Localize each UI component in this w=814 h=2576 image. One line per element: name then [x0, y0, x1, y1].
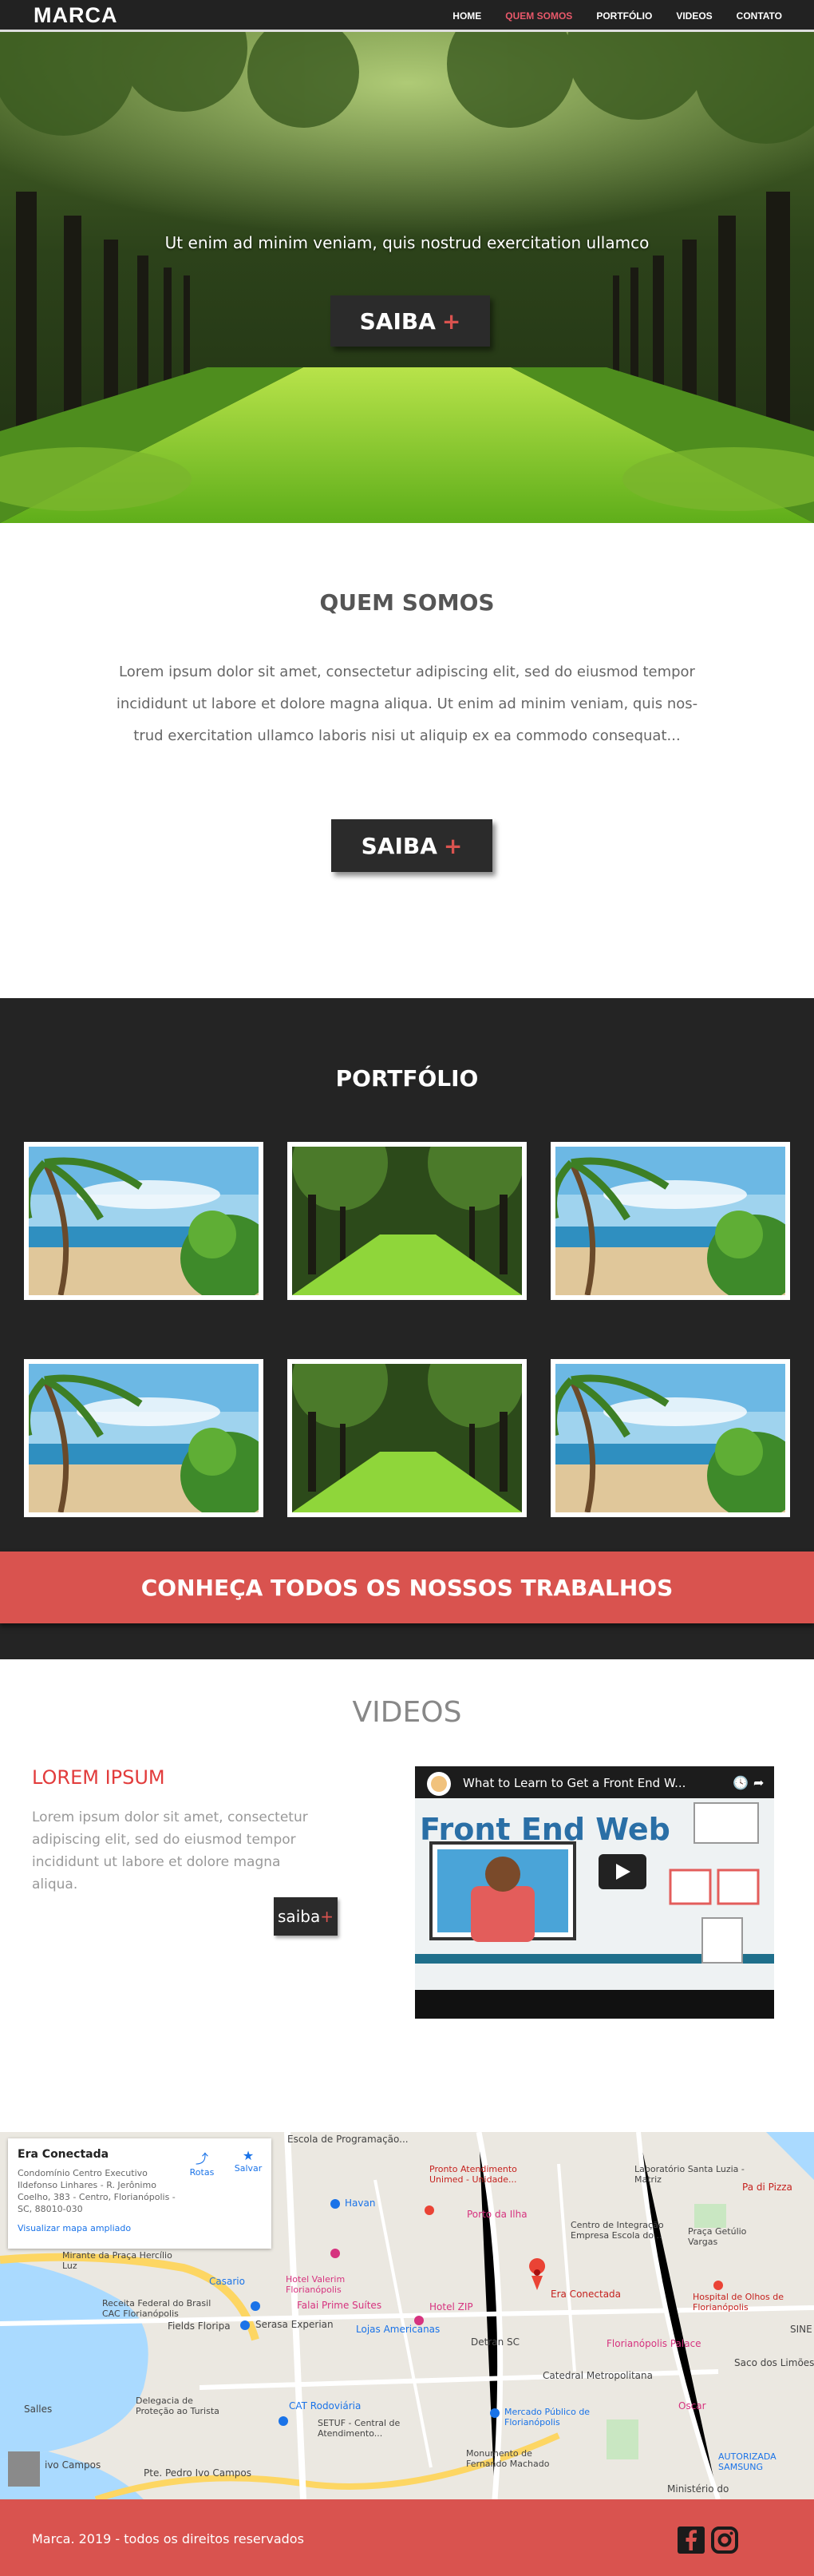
- social-links: [678, 2526, 738, 2554]
- place-address: Condomínio Centro Executivo Ildefonso Li…: [18, 2168, 176, 2214]
- directions-label: Rotas: [189, 2167, 215, 2178]
- map-label: Era Conectada: [551, 2289, 622, 2300]
- all-works-cta-button[interactable]: CONHEÇA TODOS OS NOSSOS TRABALHOS: [0, 1552, 814, 1623]
- plus-icon: +: [443, 832, 463, 859]
- map-label: Hospital de Olhos de Florianópolis: [693, 2292, 784, 2312]
- portfolio-thumb-beach[interactable]: [24, 1142, 263, 1300]
- hero-tagline: Ut enim ad minim veniam, quis nostrud ex…: [164, 233, 650, 252]
- map-label: Falai Prime Suítes: [297, 2300, 382, 2311]
- map-label: Pa di Pizza: [742, 2182, 792, 2193]
- plus-icon: +: [320, 1907, 334, 1926]
- map-place-card: Era Conectada Condomínio Centro Executiv…: [8, 2138, 271, 2249]
- map-label: AUTORIZADA SAMSUNG: [718, 2451, 776, 2472]
- forest-image: [292, 1147, 522, 1295]
- clock-icon: 🕓: [733, 1775, 749, 1790]
- location-map[interactable]: Escola de Programação... Pronto Atendime…: [0, 2132, 814, 2499]
- main-menu: HOME QUEM SOMOS PORTFÓLIO VIDEOS CONTATO: [452, 10, 782, 22]
- map-label: Havan: [345, 2198, 376, 2209]
- map-label: Centro de Integração Empresa Escola do..…: [571, 2220, 664, 2241]
- directions-icon: ⤴: [195, 2151, 208, 2166]
- forest-image: [292, 1364, 522, 1512]
- map-label: Oscar: [678, 2400, 706, 2412]
- map-label: Saco dos Limões: [734, 2357, 814, 2368]
- map-label: Mercado Público de Florianópolis: [504, 2407, 591, 2427]
- map-label: Delegacia de Proteção ao Turista: [136, 2396, 219, 2416]
- video-thumbnail: Front End Web 🕓 ➦: [415, 1766, 774, 2019]
- hero-saiba-button[interactable]: SAIBA +: [330, 295, 490, 347]
- hero-forest-image: [0, 32, 814, 523]
- map-label: Ministério do: [667, 2483, 729, 2495]
- map-label: Salles: [24, 2404, 53, 2415]
- portfolio-title: PORTFÓLIO: [335, 1065, 479, 1092]
- map-label: Porto da Ilha: [467, 2209, 528, 2220]
- videos-saiba-button[interactable]: saiba +: [274, 1897, 338, 1936]
- map-label: Escola de Programação...: [287, 2134, 409, 2145]
- map-label: Mirante da Praça Hercílio Luz: [62, 2250, 172, 2271]
- map-label: Hotel Valerim Florianópolis: [286, 2274, 346, 2295]
- map-label: Detran SC: [471, 2336, 520, 2348]
- map-label: ivo Campos: [45, 2459, 101, 2471]
- map-label: Lojas Americanas: [356, 2324, 441, 2335]
- about-text: Lorem ipsum dolor sit amet, consectetur …: [116, 664, 698, 744]
- brand-logo[interactable]: MARCA: [34, 3, 118, 28]
- enlarge-map-link[interactable]: Visualizar mapa ampliado: [18, 2223, 262, 2233]
- about-saiba-label: SAIBA: [361, 832, 437, 859]
- nav-item-portfolio[interactable]: PORTFÓLIO: [596, 10, 652, 22]
- map-label: Monumento de Fernando Machado: [466, 2448, 550, 2469]
- map-label: Catedral Metropolitana: [543, 2370, 653, 2381]
- nav-item-home[interactable]: HOME: [452, 10, 481, 22]
- portfolio-thumb-forest[interactable]: [287, 1142, 527, 1300]
- portfolio-thumb-forest[interactable]: [287, 1359, 527, 1517]
- lorem-text: Lorem ipsum dolor sit amet, consectetur …: [32, 1809, 308, 1892]
- map-label: Hotel ZIP: [429, 2301, 473, 2312]
- hero-saiba-label: SAIBA: [359, 307, 436, 335]
- top-navbar: MARCA HOME QUEM SOMOS PORTFÓLIO VIDEOS C…: [0, 0, 814, 32]
- map-label: CAT Rodoviária: [289, 2400, 362, 2412]
- map-label: SETUF - Central de Atendimento...: [318, 2418, 401, 2439]
- video-title: What to Learn to Get a Front End W...: [463, 1776, 686, 1790]
- star-icon: ★: [242, 2148, 255, 2163]
- map-label: Casario: [209, 2276, 245, 2287]
- save-label: Salvar: [234, 2163, 263, 2174]
- portfolio-thumb-beach[interactable]: [551, 1359, 790, 1517]
- map-label: SINE: [790, 2324, 812, 2335]
- videos-saiba-label: saiba: [278, 1907, 321, 1926]
- beach-image: [555, 1147, 785, 1295]
- nav-item-quem-somos[interactable]: QUEM SOMOS: [505, 10, 572, 22]
- map-label: Laboratório Santa Luzia - Matriz: [634, 2164, 745, 2185]
- about-title: QUEM SOMOS: [319, 589, 495, 616]
- map-label: Receita Federal do Brasil CAC Florianópo…: [102, 2298, 211, 2319]
- facebook-icon[interactable]: [678, 2526, 705, 2554]
- portfolio-thumb-beach[interactable]: [551, 1142, 790, 1300]
- map-label: Pte. Pedro Ivo Campos: [144, 2467, 252, 2479]
- videos-title: VIDEOS: [352, 1696, 462, 1729]
- portfolio-thumb-beach[interactable]: [24, 1359, 263, 1517]
- share-icon: ➦: [753, 1775, 764, 1790]
- save-place-button[interactable]: ★ Salvar: [228, 2148, 268, 2174]
- beach-image: [555, 1364, 785, 1512]
- directions-button[interactable]: ⤴ Rotas: [182, 2148, 222, 2178]
- about-saiba-button[interactable]: SAIBA +: [331, 819, 492, 872]
- place-name: Era Conectada: [18, 2148, 109, 2161]
- lorem-title: LOREM IPSUM: [32, 1766, 165, 1789]
- hero-banner: Ut enim ad minim veniam, quis nostrud ex…: [0, 32, 814, 523]
- video-banner-text: Front End Web: [420, 1812, 670, 1847]
- map-label: Praça Getúlio Vargas: [688, 2226, 747, 2247]
- beach-image: [29, 1364, 259, 1512]
- plus-icon: +: [441, 307, 461, 335]
- footer-copyright: Marca. 2019 - todos os direitos reservad…: [32, 2531, 304, 2546]
- beach-image: [29, 1147, 259, 1295]
- instagram-icon[interactable]: [711, 2526, 738, 2554]
- nav-item-contato[interactable]: CONTATO: [737, 10, 782, 22]
- portfolio-section: PORTFÓLIO CONHEÇA TODOS OS NOSSOS TRABAL…: [0, 998, 814, 1659]
- map-label: Florianópolis Palace: [607, 2338, 701, 2349]
- map-label: Fields Floripa: [168, 2320, 231, 2332]
- map-label: Pronto Atendimento Unimed - Unidade...: [429, 2164, 517, 2185]
- video-player[interactable]: Front End Web 🕓 ➦ What to Learn to Get a…: [415, 1766, 774, 2019]
- nav-item-videos[interactable]: VIDEOS: [676, 10, 712, 22]
- site-footer: Marca. 2019 - todos os direitos reservad…: [0, 2499, 814, 2576]
- map-label: Serasa Experian: [255, 2319, 334, 2330]
